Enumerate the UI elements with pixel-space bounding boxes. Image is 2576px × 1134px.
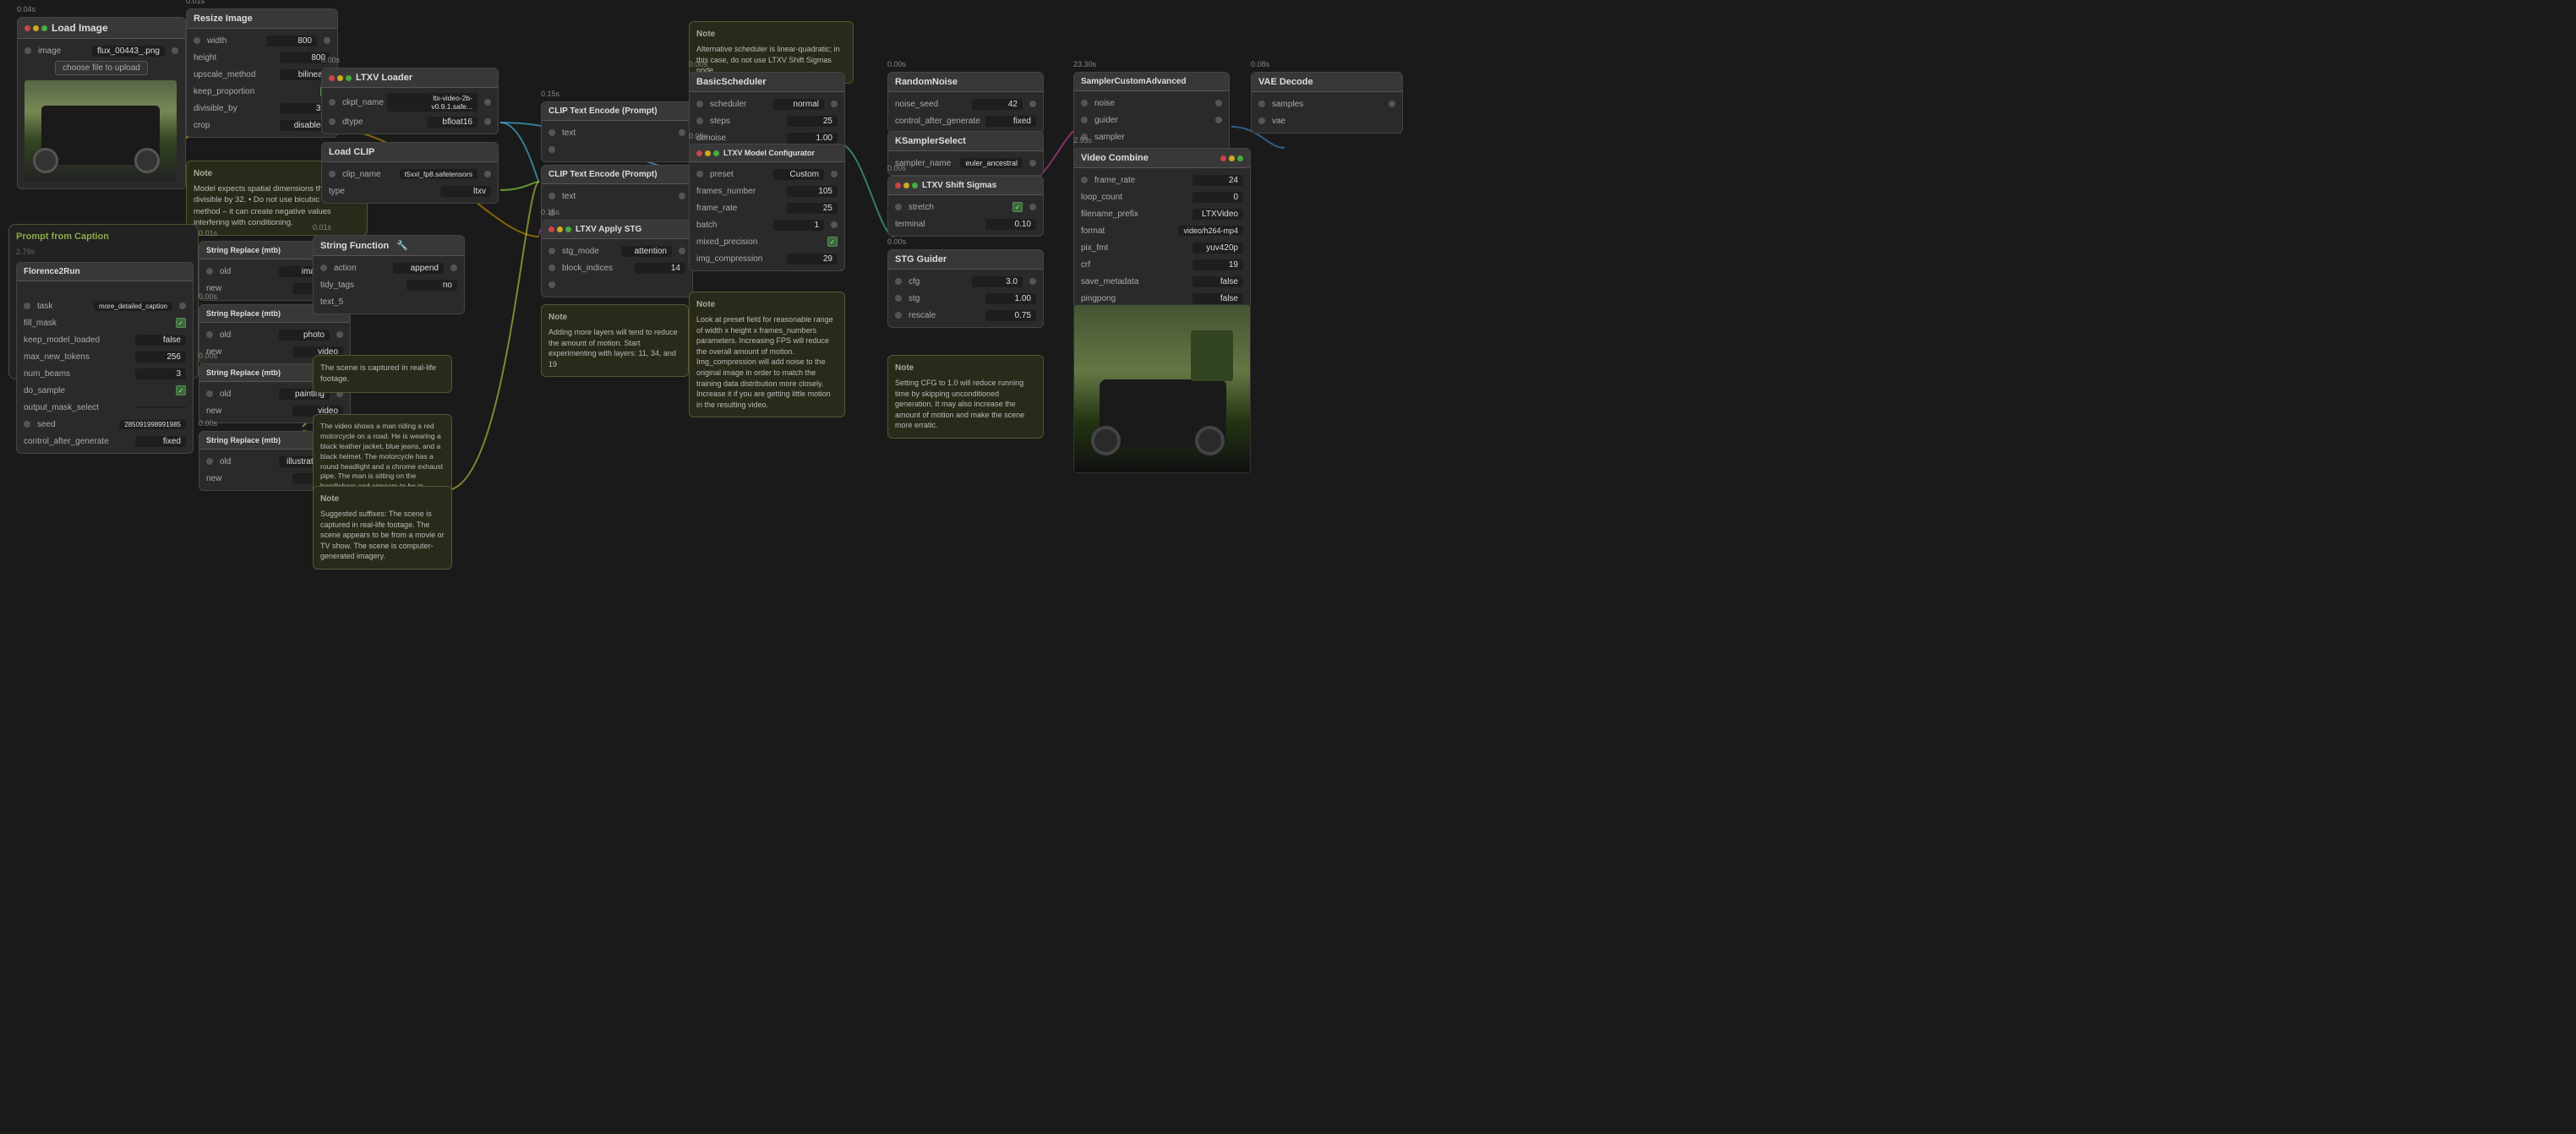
load-image-time: 0.04s (17, 5, 35, 14)
load-clip-title: Load CLIP (329, 147, 374, 157)
prompt-group-time: 2.79s (16, 248, 35, 256)
string-function-title: String Function (320, 241, 389, 251)
string-replace-4-title: String Replace (mtb) (206, 436, 281, 444)
resize-title: Resize Image (194, 14, 253, 24)
resize-time: 0.01s (186, 0, 205, 5)
note-suffixes: Note Suggested suffixes: The scene is ca… (313, 486, 452, 570)
vae-decode-title: VAE Decode (1258, 77, 1313, 87)
florence2run-title: Florence2Run (24, 267, 80, 276)
string-function-emoji: 🔧 (396, 240, 408, 251)
note-cfg-label: Note (895, 363, 1036, 374)
note-preset-text: Look at preset field for reasonable rang… (696, 314, 838, 410)
video-combine-title: Video Combine (1081, 153, 1149, 163)
clip-encode-2-title: CLIP Text Encode (Prompt) (548, 170, 658, 179)
string-replace-1-title: String Replace (mtb) (206, 246, 281, 254)
string-replace-2-title: String Replace (mtb) (206, 309, 281, 318)
note-suffixes-text: Suggested suffixes: The scene is capture… (320, 509, 445, 562)
note-preset-label: Note (696, 299, 838, 311)
note-cfg-text: Setting CFG to 1.0 will reduce running t… (895, 378, 1036, 431)
image-preview (25, 80, 177, 182)
note-layers-label: Note (548, 312, 681, 324)
sampler-custom-advanced-title: SamplerCustomAdvanced (1081, 77, 1186, 86)
load-image-title: Load Image (52, 22, 108, 34)
stg-guider-title: STG Guider (895, 254, 947, 264)
ksampler-select-title: KSamplerSelect (895, 136, 966, 146)
ltxv-loader-title: LTXV Loader (356, 73, 412, 83)
note-text1-text: The scene is captured in real-life foota… (320, 363, 445, 385)
ltxv-apply-stg-title: LTXV Apply STG (576, 225, 641, 234)
random-noise-title: RandomNoise (895, 77, 958, 87)
choose-file-button[interactable]: choose file to upload (55, 61, 148, 75)
string-replace-3-title: String Replace (mtb) (206, 368, 281, 377)
resize-header: Resize Image (187, 9, 337, 29)
load-image-header: Load Image (18, 18, 185, 39)
note-scheduler-label: Note (696, 29, 846, 41)
prompt-group-title: Prompt from Caption (16, 232, 191, 242)
note-cfg: Note Setting CFG to 1.0 will reduce runn… (887, 355, 1044, 439)
note-preset: Note Look at preset field for reasonable… (689, 292, 845, 417)
load-image-image-label: image (38, 46, 89, 56)
ltxv-model-config-title: LTXV Model Configurator (723, 149, 815, 157)
note-text1: The scene is captured in real-life foota… (313, 355, 452, 393)
ltxv-shift-sigmas-title: LTXV Shift Sigmas (922, 181, 996, 190)
note-layers: Note Adding more layers will tend to red… (541, 304, 689, 377)
note-layers-text: Adding more layers will tend to reduce t… (548, 327, 681, 369)
clip-encode-1-title: CLIP Text Encode (Prompt) (548, 106, 658, 116)
note-suffixes-label: Note (320, 493, 445, 505)
video-output-preview (1073, 304, 1251, 473)
basic-scheduler-title: BasicScheduler (696, 77, 767, 87)
prompt-from-caption-group: Prompt from Caption 2.79s DownloadAndLoa… (8, 224, 199, 379)
load-image-filename: flux_00443_.png (92, 46, 165, 57)
